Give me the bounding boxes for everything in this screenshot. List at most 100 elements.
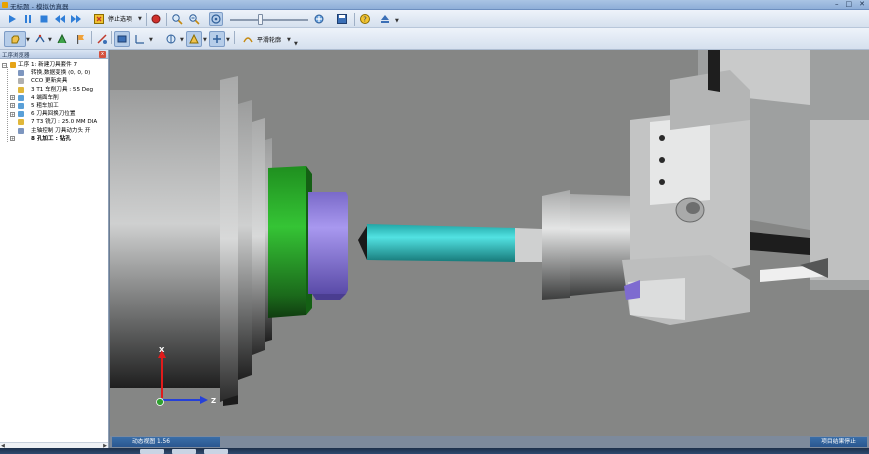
turret-face xyxy=(650,116,710,205)
fast-forward-button[interactable] xyxy=(69,12,83,26)
speed-slider-track[interactable] xyxy=(230,19,308,21)
tree-row-label: CCO 更新夹具 xyxy=(31,78,68,85)
tree-row-tool-return[interactable]: + 6 刀具回换刀位置 xyxy=(0,110,108,118)
toolpath-icon xyxy=(57,33,67,44)
stop-options-button[interactable] xyxy=(92,12,106,26)
tree-expand-icon[interactable]: + xyxy=(10,95,15,101)
view-rotate-button[interactable] xyxy=(209,12,223,26)
tree-row-label: 4 端面车削 xyxy=(31,94,59,101)
panel-close-button[interactable]: x xyxy=(99,51,106,58)
eject-button[interactable] xyxy=(378,12,392,26)
status-bar: 动态视图 1.56 项目结果停止 xyxy=(110,436,869,448)
toolpath-button[interactable] xyxy=(54,31,70,47)
close-button[interactable]: ✕ xyxy=(859,0,865,9)
view-solid-button[interactable] xyxy=(114,31,130,47)
tool-change-icon xyxy=(97,34,107,44)
maximize-button[interactable]: □ xyxy=(846,0,853,9)
tree-row-tool-t3[interactable]: 7 T3 铣刀 : 25.0 MM DIA xyxy=(0,118,108,126)
view-toolbar: ▼ ▼ ▼ ▼ ▼ ▼ 平滑轮廓 ▼ ▼ xyxy=(0,28,869,50)
view-axis-button[interactable] xyxy=(132,31,148,47)
holder-display-dropdown-icon[interactable]: ▼ xyxy=(226,37,230,43)
smooth-contour-icon xyxy=(243,37,253,43)
play-button[interactable] xyxy=(5,12,19,26)
view-solid-icon xyxy=(117,35,127,43)
machine-scene: X Z xyxy=(110,50,869,406)
play-icon xyxy=(9,15,16,23)
taskbar-item[interactable] xyxy=(204,449,228,454)
settings-button[interactable] xyxy=(312,12,326,26)
simulation-viewport[interactable]: X Z xyxy=(110,50,869,436)
save-button[interactable] xyxy=(335,12,349,26)
zoom-fit-button[interactable] xyxy=(187,12,201,26)
view-axis-dropdown-icon[interactable]: ▼ xyxy=(149,37,153,43)
tool-display-icon xyxy=(189,33,199,44)
zoom-button[interactable] xyxy=(170,12,184,26)
fixture-icon xyxy=(18,78,24,85)
smooth-contour-dropdown-icon[interactable]: ▼ xyxy=(287,37,291,43)
tree-row-setup[interactable]: − 工序 1: 新建刀具套件 7 xyxy=(0,61,108,69)
chuck-step-2 xyxy=(252,118,265,355)
milling-tool-icon xyxy=(18,119,24,126)
svg-text:?: ? xyxy=(363,16,367,24)
separator xyxy=(111,31,112,44)
tool-display-dropdown-icon[interactable]: ▼ xyxy=(203,37,207,43)
tree-row-label: 主轴控制 刀具动力头 开 xyxy=(31,127,91,134)
chuck-step-1 xyxy=(238,100,252,380)
taskbar-item[interactable] xyxy=(140,449,164,454)
tree-row-fixture[interactable]: CCO 更新夹具 xyxy=(0,77,108,85)
taskbar-item[interactable] xyxy=(172,449,196,454)
title-bar: 无标题 - 模拟仿真器 – □ ✕ xyxy=(0,0,869,11)
tool-display-button[interactable] xyxy=(186,31,202,47)
speed-slider-thumb[interactable] xyxy=(258,14,263,25)
hand-dropdown-icon[interactable]: ▼ xyxy=(26,37,30,43)
display-mode-button[interactable] xyxy=(163,31,179,47)
tree-collapse-icon[interactable]: − xyxy=(2,62,7,68)
drill-tip xyxy=(358,226,367,260)
smooth-contour-label[interactable]: 平滑轮廓 xyxy=(257,35,281,44)
stop-options-dropdown-icon[interactable]: ▼ xyxy=(138,16,142,22)
zoom-icon xyxy=(172,14,183,25)
operation-browser-panel: 工序浏览器 x − 工序 1: 新建刀具套件 7 转换,数据变换 (0, 0, … xyxy=(0,50,109,454)
hand-select-button[interactable] xyxy=(4,31,26,47)
smooth-contour-button[interactable] xyxy=(240,31,256,47)
cut-button[interactable] xyxy=(32,31,48,47)
tree-row-rough-turning[interactable]: + 5 粗车加工 xyxy=(0,102,108,110)
toolbar2-more-icon[interactable]: ▼ xyxy=(294,41,298,47)
chuck-body xyxy=(110,90,220,388)
setup-icon xyxy=(10,62,16,68)
tool-holder-collar xyxy=(542,190,570,300)
os-taskbar xyxy=(0,448,869,454)
separator xyxy=(91,31,92,44)
help-button[interactable]: ? xyxy=(358,12,372,26)
record-icon xyxy=(151,14,161,24)
zoom-fit-icon xyxy=(189,14,200,25)
tree-expand-icon[interactable]: + xyxy=(10,136,15,142)
rewind-button[interactable] xyxy=(53,12,67,26)
view-axis-icon xyxy=(135,35,144,44)
step-button[interactable] xyxy=(21,12,35,26)
stop-button[interactable] xyxy=(37,12,51,26)
tree-row-facing[interactable]: + 4 端面车削 xyxy=(0,94,108,102)
tool-change-button[interactable] xyxy=(94,31,110,47)
tree-row-transform[interactable]: 转换,数据变换 (0, 0, 0) xyxy=(0,69,108,77)
stop-options-icon xyxy=(94,14,104,24)
stop-icon xyxy=(40,15,48,23)
tool-return-icon xyxy=(18,111,24,118)
tree-expand-icon[interactable]: + xyxy=(10,103,15,109)
record-button[interactable] xyxy=(149,12,163,26)
workpiece-green-section xyxy=(268,166,306,318)
drill-shank xyxy=(515,228,542,262)
tree-row-tool-t1[interactable]: 3 T1 车削刀具 : 55 Deg xyxy=(0,86,108,94)
stop-options-label[interactable]: 停止选项 xyxy=(108,14,132,23)
minimize-button[interactable]: – xyxy=(835,0,839,9)
toolbar-more-icon[interactable]: ▼ xyxy=(395,18,399,24)
flag-button[interactable] xyxy=(72,31,88,47)
cut-dropdown-icon[interactable]: ▼ xyxy=(48,37,52,43)
tree-row-drilling[interactable]: + 8 孔加工 : 钻孔 xyxy=(0,135,108,143)
display-mode-dropdown-icon[interactable]: ▼ xyxy=(180,37,184,43)
holder-display-button[interactable] xyxy=(209,31,225,47)
tree-expand-icon[interactable]: + xyxy=(10,111,15,117)
tree-row-spindle-control[interactable]: 主轴控制 刀具动力头 开 xyxy=(0,127,108,135)
tree-row-label: 8 孔加工 : 钻孔 xyxy=(31,135,71,142)
bolt-hole xyxy=(659,157,665,163)
